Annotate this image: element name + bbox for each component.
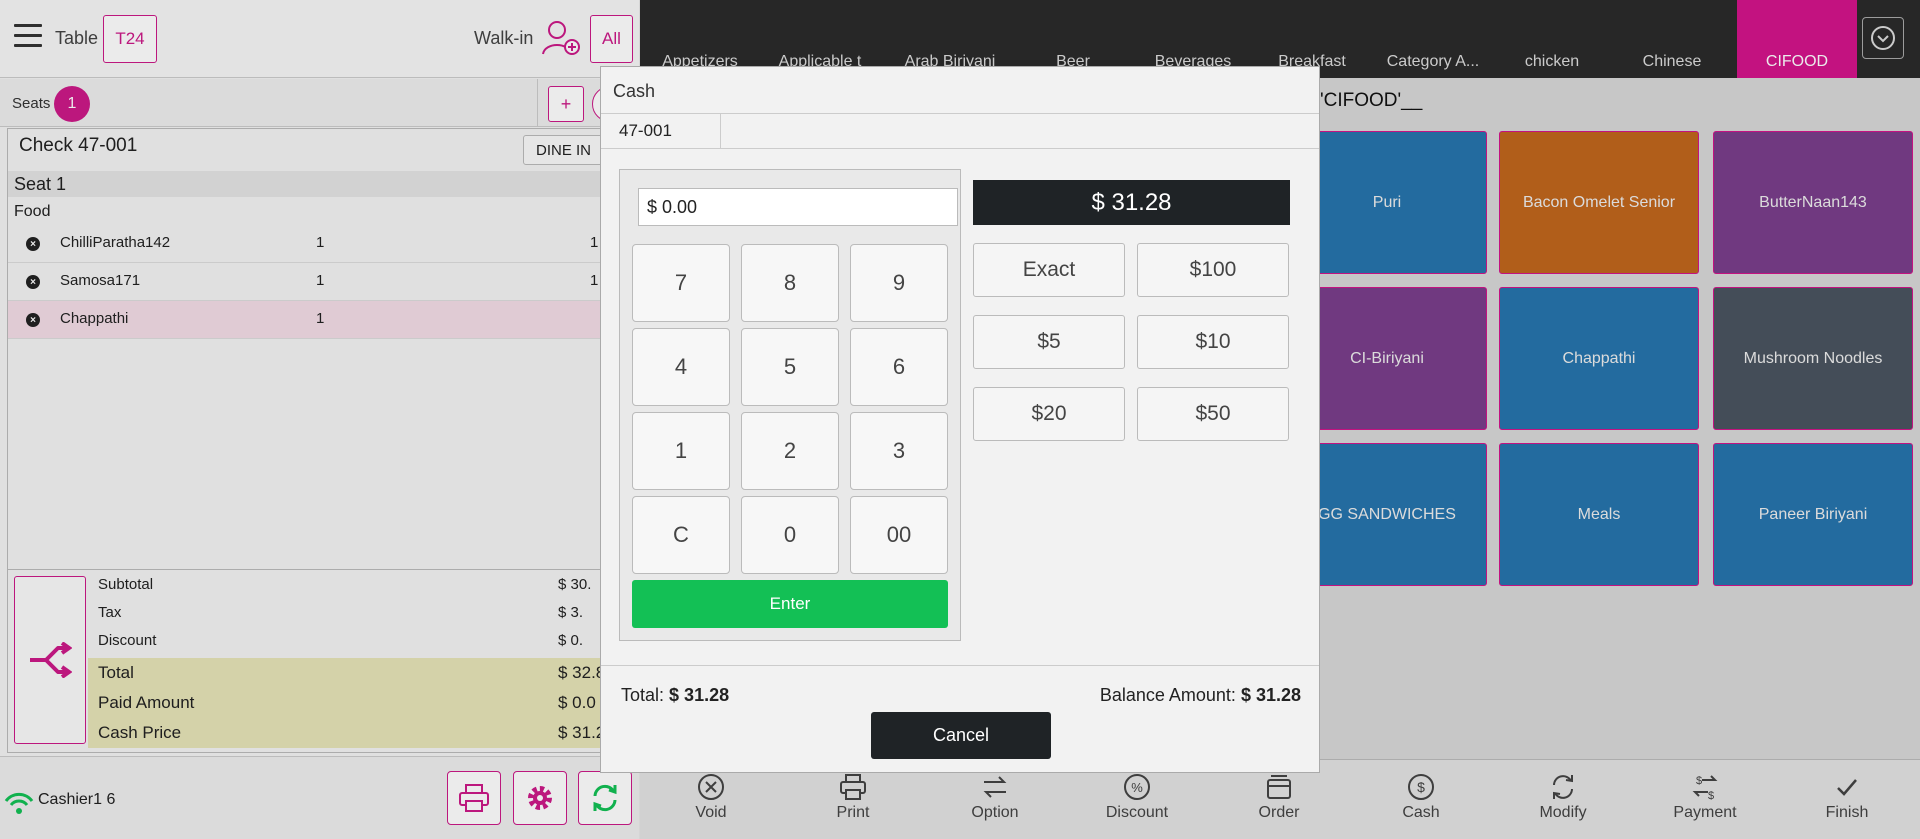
quick-20-button[interactable]: $20 (973, 387, 1125, 441)
key-6[interactable]: 6 (850, 328, 948, 406)
numeric-keypad: 7 8 9 4 5 6 1 2 3 C 0 00 Enter (619, 169, 961, 641)
cash-amount-input[interactable] (638, 188, 958, 226)
key-00[interactable]: 00 (850, 496, 948, 574)
key-1[interactable]: 1 (632, 412, 730, 490)
key-8[interactable]: 8 (741, 244, 839, 322)
dialog-check-number[interactable]: 47-001 (601, 114, 721, 148)
quick-100-button[interactable]: $100 (1137, 243, 1289, 297)
dialog-total: Total: $ 31.28 (621, 685, 730, 705)
cancel-button[interactable]: Cancel (871, 712, 1051, 759)
key-0[interactable]: 0 (741, 496, 839, 574)
dialog-balance: Balance Amount: $ 31.28 (1099, 685, 1301, 705)
key-9[interactable]: 9 (850, 244, 948, 322)
key-7[interactable]: 7 (632, 244, 730, 322)
quick-10-button[interactable]: $10 (1137, 315, 1289, 369)
quick-5-button[interactable]: $5 (973, 315, 1125, 369)
quick-50-button[interactable]: $50 (1137, 387, 1289, 441)
cash-payment-dialog: Cash 47-001 7 8 9 4 5 6 1 2 3 C 0 00 Ent… (600, 66, 1320, 773)
key-4[interactable]: 4 (632, 328, 730, 406)
key-clear[interactable]: C (632, 496, 730, 574)
dialog-check-row: 47-001 (601, 113, 1319, 149)
key-2[interactable]: 2 (741, 412, 839, 490)
key-5[interactable]: 5 (741, 328, 839, 406)
dialog-title: Cash (613, 81, 656, 101)
amount-due: $ 31.28 (973, 180, 1290, 225)
key-3[interactable]: 3 (850, 412, 948, 490)
exact-button[interactable]: Exact (973, 243, 1125, 297)
enter-button[interactable]: Enter (632, 580, 948, 628)
